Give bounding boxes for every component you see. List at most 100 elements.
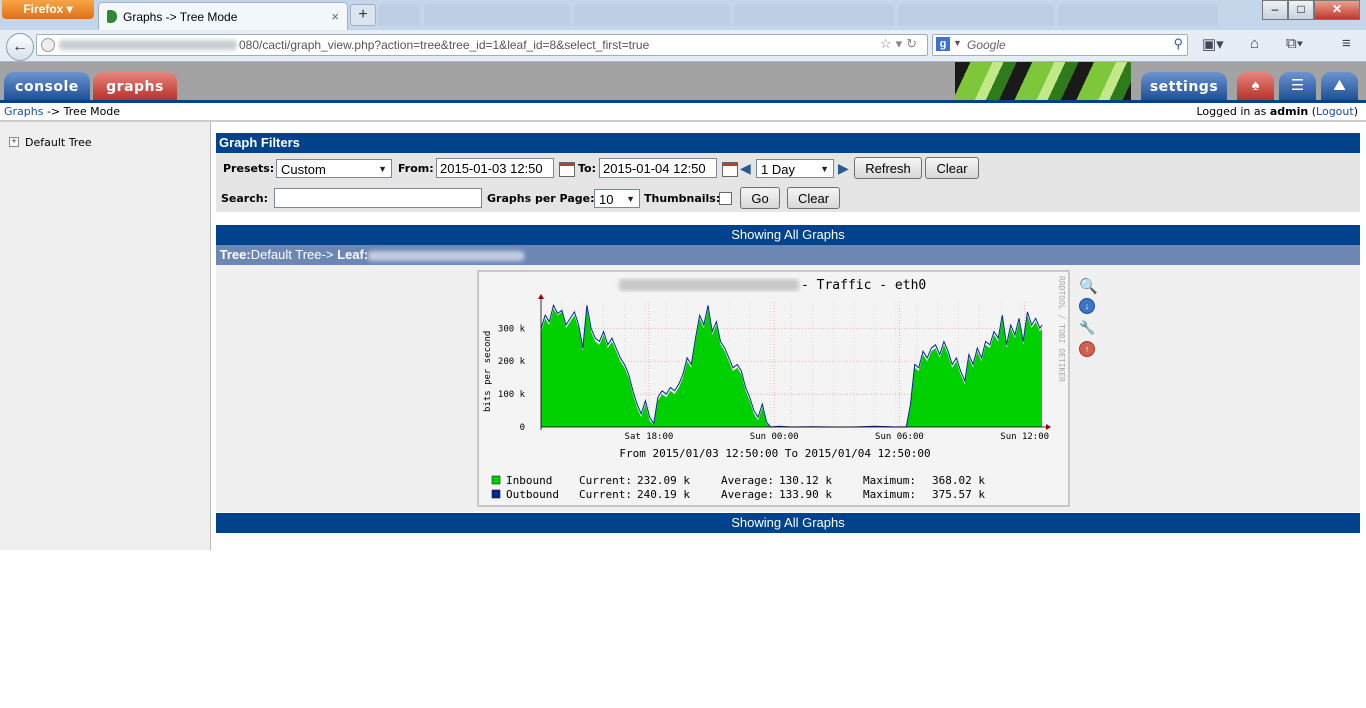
breadcrumb: Graphs -> Tree Mode xyxy=(4,105,120,118)
legend-average-value: 130.12 k xyxy=(779,474,832,487)
search-input[interactable] xyxy=(274,188,482,208)
url-text: 080/cacti/graph_view.php?action=tree&tre… xyxy=(239,38,650,52)
y-tick-label: 300 k xyxy=(498,324,526,334)
list-view-icon[interactable]: ☰ xyxy=(1279,72,1316,100)
menu-icon[interactable]: ≡ xyxy=(1342,35,1351,52)
address-bar[interactable]: 080/cacti/graph_view.php?action=tree&tre… xyxy=(36,34,928,56)
leaf-label: Leaf: xyxy=(337,247,369,262)
search-engine-dropdown-icon[interactable]: ▼ xyxy=(953,38,962,48)
shift-left-icon[interactable]: ◀ xyxy=(740,160,751,177)
y-tick-label: 0 xyxy=(520,423,525,433)
new-tab-button[interactable]: + xyxy=(350,4,376,26)
minimize-button[interactable]: – xyxy=(1262,0,1288,20)
background-tab[interactable] xyxy=(898,4,1054,26)
csv-export-icon[interactable]: ↓ xyxy=(1079,298,1095,314)
legend-average-label: Average: xyxy=(721,488,774,501)
legend-maximum-value: 375.57 k xyxy=(932,488,985,501)
chart-title: - Traffic - eth0 xyxy=(801,278,926,293)
tree-leaf-bar: Tree:Default Tree-> Leaf: xyxy=(216,245,1360,265)
to-label: To: xyxy=(578,162,596,175)
go-button[interactable]: Go xyxy=(740,187,780,209)
graph-filters-header: Graph Filters xyxy=(216,133,1360,153)
google-icon: g xyxy=(936,37,950,51)
rrdtool-watermark: RRDTOOL / TOBI OETIKER xyxy=(1057,276,1066,382)
legend-current-value: 240.19 k xyxy=(637,488,690,501)
tree-path: Default Tree-> xyxy=(250,247,334,262)
browser-tab-active[interactable]: Graphs -> Tree Mode × xyxy=(98,2,348,31)
back-to-top-icon[interactable]: ↑ xyxy=(1079,341,1095,357)
tab-close-icon[interactable]: × xyxy=(331,9,339,24)
clear-search-button[interactable]: Clear xyxy=(787,187,840,209)
background-tab[interactable] xyxy=(378,4,420,26)
home-icon[interactable]: ⌂ xyxy=(1250,35,1259,52)
tab-settings[interactable]: settings xyxy=(1141,72,1227,100)
addon-icon[interactable]: ⧉▾ xyxy=(1286,35,1303,52)
tab-graphs[interactable]: graphs xyxy=(93,72,177,100)
timespan-select[interactable]: 1 Day ▼ xyxy=(756,159,834,178)
login-status: Logged in as admin (Logout) xyxy=(1196,105,1358,118)
breadcrumb-graphs-link[interactable]: Graphs xyxy=(4,105,43,118)
firefox-menu-button[interactable]: Firefox ▾ xyxy=(2,0,94,19)
legend-maximum-label: Maximum: xyxy=(863,474,916,487)
search-placeholder: Google xyxy=(967,38,1006,52)
bookmarks-icon[interactable]: ▣▾ xyxy=(1202,35,1224,53)
firefox-menu-label: Firefox xyxy=(23,2,64,16)
bookmark-star-icon[interactable]: ☆▾↻ xyxy=(880,36,921,52)
search-label: Search: xyxy=(221,192,268,205)
tab-console[interactable]: console xyxy=(4,72,90,100)
y-axis-label: bits per second xyxy=(483,331,493,412)
background-tab[interactable] xyxy=(574,4,730,26)
background-tab[interactable] xyxy=(1058,4,1218,26)
redacted-host xyxy=(59,40,237,50)
legend-swatch xyxy=(491,489,501,499)
legend-maximum-label: Maximum: xyxy=(863,488,916,501)
thumbnails-checkbox[interactable] xyxy=(719,192,732,205)
background-tab[interactable] xyxy=(424,4,570,26)
login-user: admin xyxy=(1269,105,1309,118)
presets-label: Presets: xyxy=(223,162,275,175)
back-button[interactable]: ← xyxy=(6,33,34,61)
redacted-leaf-name xyxy=(368,250,525,261)
x-tick-label: Sun 06:00 xyxy=(875,432,924,442)
to-calendar-icon[interactable] xyxy=(722,162,738,177)
close-window-button[interactable]: ✕ xyxy=(1314,0,1360,20)
tree-label: Tree: xyxy=(219,247,251,262)
chevron-down-icon: ▼ xyxy=(626,194,635,204)
graphs-per-page-label: Graphs per Page: xyxy=(487,192,595,205)
timespan-value: 1 Day xyxy=(761,162,795,177)
legend-current-label: Current: xyxy=(579,474,632,487)
graphs-per-page-select[interactable]: 10 ▼ xyxy=(594,189,640,208)
search-icon[interactable]: ⚲ xyxy=(1173,36,1183,52)
shift-right-icon[interactable]: ▶ xyxy=(838,160,849,177)
background-tab[interactable] xyxy=(734,4,894,26)
graphs-per-page-value: 10 xyxy=(599,192,614,207)
maximize-button[interactable]: □ xyxy=(1288,0,1314,20)
legend-current-value: 232.09 k xyxy=(637,474,690,487)
traffic-graph[interactable]: - Traffic - eth0 RRDTOOL / TOBI OETIKER … xyxy=(477,270,1070,507)
showing-all-graphs-footer: Showing All Graphs xyxy=(216,513,1360,533)
breadcrumb-current: -> Tree Mode xyxy=(46,105,121,118)
tree-expand-icon[interactable]: + xyxy=(9,137,19,147)
from-calendar-icon[interactable] xyxy=(559,162,575,177)
x-tick-label: Sat 18:00 xyxy=(625,432,674,442)
logout-link[interactable]: Logout xyxy=(1316,105,1354,118)
legend-average-value: 133.90 k xyxy=(779,488,832,501)
clear-button[interactable]: Clear xyxy=(925,157,979,179)
properties-wrench-icon[interactable]: 🔧 xyxy=(1079,320,1095,335)
graph-filters-title: Graph Filters xyxy=(219,135,300,150)
presets-select[interactable]: Custom ▼ xyxy=(276,159,392,178)
globe-icon xyxy=(41,38,55,52)
zoom-icon[interactable]: 🔍 xyxy=(1079,277,1098,295)
search-bar[interactable]: g ▼ Google ⚲ xyxy=(932,34,1188,56)
legend-series-name: Outbound xyxy=(506,488,559,501)
tab-title: Graphs -> Tree Mode xyxy=(123,10,238,24)
to-date-input[interactable]: 2015-01-04 12:50 xyxy=(599,158,717,178)
refresh-button[interactable]: Refresh xyxy=(854,157,922,179)
from-date-input[interactable]: 2015-01-03 12:50 xyxy=(436,158,554,178)
tree-root-default[interactable]: Default Tree xyxy=(25,136,92,149)
tree-view-icon[interactable]: ♠ xyxy=(1237,72,1274,100)
cacti-logo xyxy=(955,62,1131,101)
preview-view-icon[interactable]: ⛰ xyxy=(1321,72,1358,100)
legend-swatch xyxy=(491,475,501,485)
x-tick-label: Sun 12:00 xyxy=(1000,432,1049,442)
